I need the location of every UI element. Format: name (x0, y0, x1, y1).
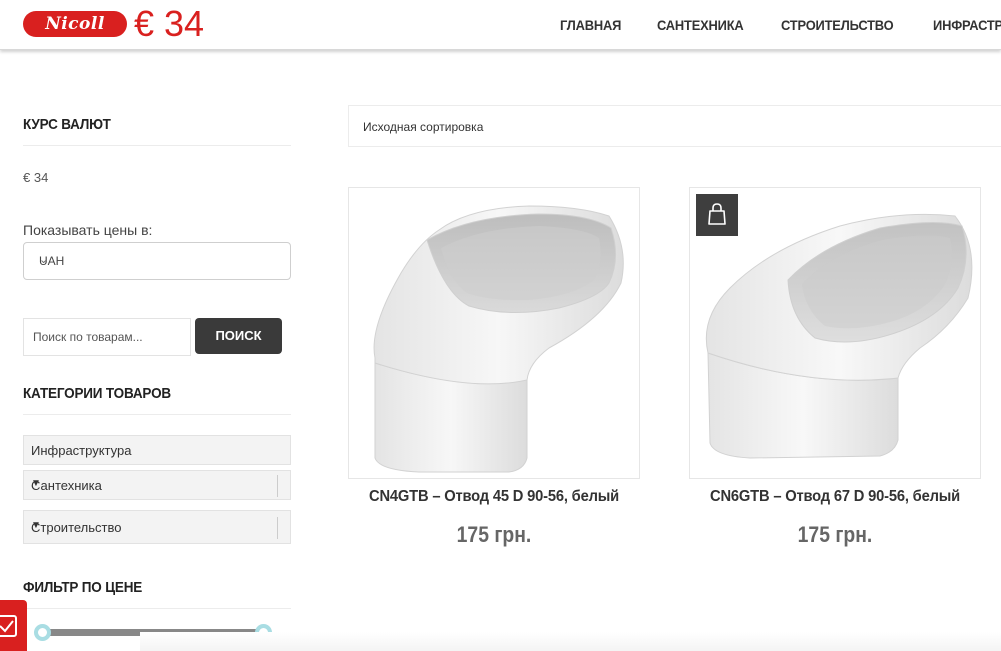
nav-item-construction[interactable]: СТРОИТЕЛЬСТВО (781, 17, 894, 33)
product-title[interactable]: CN6GTB – Отвод 67 D 90-56, белый (701, 488, 970, 506)
category-item-plumbing[interactable]: Сантехника ▼ (23, 470, 291, 500)
search-button[interactable]: ПОИСК (195, 318, 282, 354)
category-item-construction[interactable]: Строительство ▼ (23, 510, 291, 544)
currency-select[interactable]: UAH ⌄ (23, 242, 291, 280)
chevron-down-icon: ⌄ (39, 254, 49, 266)
pipe-elbow-45-image (373, 205, 624, 473)
nav-item-infrastructure[interactable]: ИНФРАСТРУКТУРА (933, 17, 1001, 33)
search-input[interactable]: Поиск по товарам... (23, 318, 191, 356)
product-image[interactable] (689, 187, 981, 479)
footer-fade (140, 632, 1001, 651)
category-label: Инфраструктура (31, 443, 132, 458)
divider (23, 414, 291, 415)
mail-check-icon (0, 615, 17, 637)
nav-item-plumbing[interactable]: САНТЕХНИКА (657, 17, 744, 33)
site-header: Nicoll € 34 ГЛАВНАЯ САНТЕХНИКА СТРОИТЕЛЬ… (0, 0, 1001, 50)
caret-down-icon[interactable]: ▼ (31, 520, 288, 531)
show-prices-label: Показывать цены в: (23, 222, 153, 238)
product-title[interactable]: CN4GTB – Отвод 45 D 90-56, белый (360, 488, 629, 506)
categories-widget-title: КАТЕГОРИИ ТОВАРОВ (23, 385, 171, 402)
price-filter-title: ФИЛЬТР ПО ЦЕНЕ (23, 579, 143, 596)
price-slider-min-handle[interactable] (34, 624, 51, 641)
product-price: 175 грн. (456, 522, 532, 547)
currency-widget-title: КУРС ВАЛЮТ (23, 116, 111, 133)
caret-down-icon[interactable]: ▼ (31, 478, 288, 489)
divider (23, 608, 291, 609)
contact-mail-button[interactable] (0, 600, 27, 651)
main-nav: ГЛАВНАЯ САНТЕХНИКА СТРОИТЕЛЬСТВО ИНФРАСТ… (560, 0, 1001, 50)
nicoll-logo[interactable]: Nicoll (23, 11, 127, 37)
currency-rate: € 34 (23, 170, 49, 185)
logo-text: Nicoll (45, 14, 105, 34)
sort-select[interactable]: Исходная сортировка (348, 105, 1001, 147)
product-price: 175 грн. (797, 522, 873, 547)
add-to-cart-button[interactable] (696, 194, 738, 236)
sort-select-value: Исходная сортировка (363, 120, 484, 134)
header-euro-rate: € 34 (134, 3, 205, 44)
nav-item-home[interactable]: ГЛАВНАЯ (560, 17, 621, 33)
category-item-infrastructure[interactable]: Инфраструктура (23, 435, 291, 465)
divider (23, 145, 291, 146)
shopping-bag-icon (708, 203, 726, 225)
product-image[interactable] (348, 187, 640, 479)
search-placeholder: Поиск по товарам... (33, 330, 143, 344)
